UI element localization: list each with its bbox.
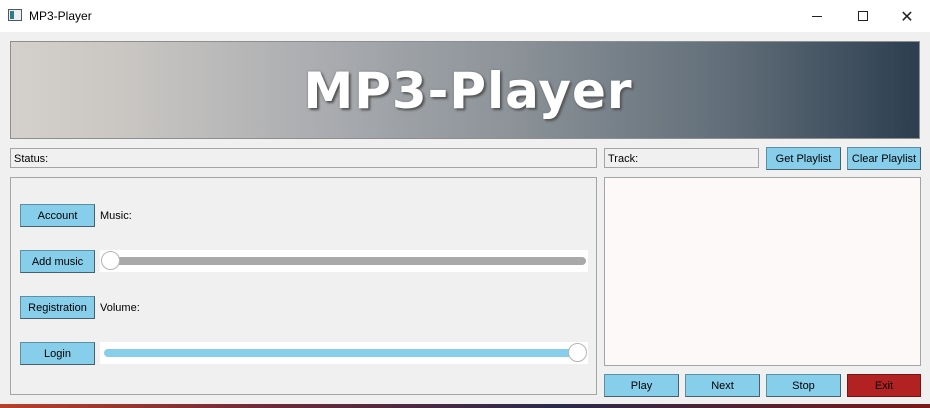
login-button[interactable]: Login — [20, 342, 95, 365]
maximize-icon — [858, 11, 868, 21]
minimize-icon — [812, 15, 822, 17]
close-icon: ✕ — [900, 6, 914, 26]
maximize-button[interactable] — [840, 0, 886, 32]
registration-button[interactable]: Registration — [20, 296, 95, 319]
banner-title: MP3-Player — [303, 62, 633, 120]
clear-playlist-button[interactable]: Clear Playlist — [847, 147, 921, 170]
status-label: Status: — [14, 153, 49, 165]
volume-slider[interactable] — [100, 342, 588, 364]
window-title: MP3-Player — [29, 9, 92, 23]
music-label: Music: — [100, 210, 132, 222]
next-button[interactable]: Next — [685, 374, 760, 397]
desktop-background-strip — [0, 404, 930, 408]
track-label: Track: — [608, 153, 639, 165]
volume-slider-handle[interactable] — [568, 343, 587, 362]
account-button[interactable]: Account — [20, 204, 95, 227]
music-slider-groove — [104, 257, 586, 265]
stop-button[interactable]: Stop — [766, 374, 841, 397]
app-icon — [8, 9, 22, 21]
music-slider[interactable] — [100, 250, 588, 272]
play-button[interactable]: Play — [604, 374, 679, 397]
volume-slider-groove — [104, 349, 586, 357]
minimize-button[interactable] — [794, 0, 840, 32]
banner: MP3-Player — [10, 41, 920, 139]
get-playlist-button[interactable]: Get Playlist — [766, 147, 841, 170]
exit-button[interactable]: Exit — [847, 374, 921, 397]
add-music-button[interactable]: Add music — [20, 250, 95, 273]
status-field: Status: — [10, 148, 597, 168]
close-button[interactable]: ✕ — [884, 0, 930, 32]
music-slider-handle[interactable] — [101, 251, 120, 270]
playlist-box[interactable] — [604, 177, 921, 366]
track-field: Track: — [604, 148, 759, 168]
title-bar[interactable]: MP3-Player ✕ — [0, 0, 930, 32]
volume-label: Volume: — [100, 302, 140, 314]
